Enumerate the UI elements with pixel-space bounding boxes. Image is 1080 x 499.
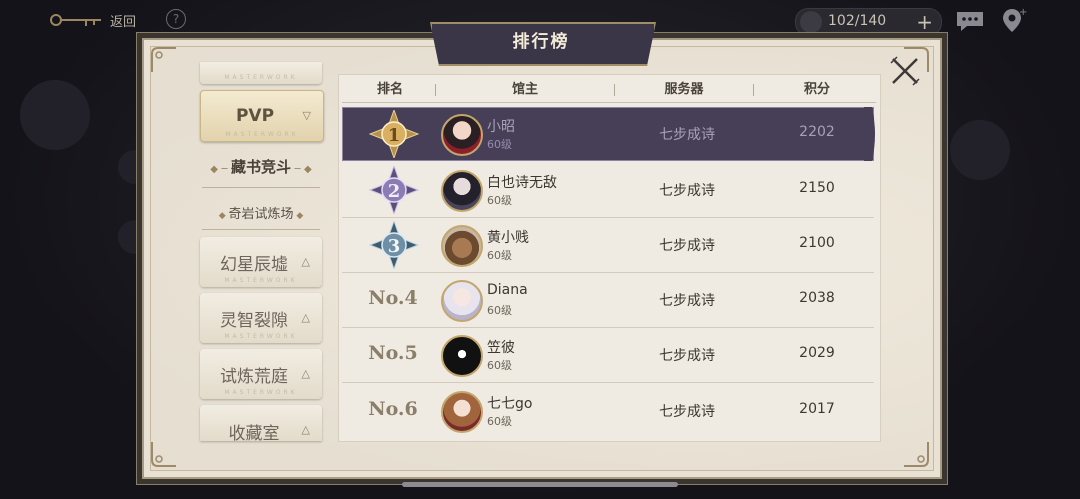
server-name: 七步成诗 xyxy=(659,348,715,364)
add-stamina-button[interactable]: + xyxy=(916,10,933,34)
sub-tab-trial-ground[interactable]: ◆ 奇岩试炼场 ◆ xyxy=(200,203,322,222)
table-row[interactable]: No.4 Diana 60级 七步成诗 2038 xyxy=(342,273,874,327)
avatar[interactable] xyxy=(441,170,483,212)
tab-card[interactable]: 试炼荒庭 △ MASTERWORK xyxy=(200,349,322,399)
table-row[interactable]: No.6 七七go 60级 七步成诗 2017 xyxy=(342,384,874,438)
tab-card[interactable]: 收藏室 △ xyxy=(200,405,322,444)
avatar[interactable] xyxy=(441,335,483,377)
score-value: 2150 xyxy=(799,180,835,196)
tab-card[interactable]: 幻星辰墟 △ MASTERWORK xyxy=(200,237,322,287)
sub-tab-book-duel[interactable]: ◆ ─ 藏书竞斗 ─ ◆ xyxy=(200,156,322,177)
sub-tab-label: 藏书竞斗 xyxy=(230,158,291,176)
server-name: 七步成诗 xyxy=(659,238,715,254)
help-icon[interactable]: ? xyxy=(166,9,186,29)
chevron-down-icon: ▽ xyxy=(302,109,311,122)
tab-card-label: 收藏室 xyxy=(228,423,280,444)
corner-ornament-icon xyxy=(151,442,176,467)
svg-text:+: + xyxy=(1019,7,1027,18)
stamina-value: 102/140 xyxy=(828,13,887,29)
table-row[interactable]: 1 小昭 60级 七步成诗 2202 xyxy=(342,107,874,161)
stamina-counter: 102/140 + xyxy=(795,8,942,36)
scroll-card-partial: MASTERWORK xyxy=(200,62,322,84)
header-owner: 馆主 xyxy=(511,82,538,97)
row-divider xyxy=(342,382,874,383)
bronze-rank-badge-icon: 3 xyxy=(368,221,420,269)
score-value: 2029 xyxy=(799,345,835,361)
corner-ornament-icon xyxy=(151,47,176,72)
player-level: 60级 xyxy=(487,249,512,262)
back-label: 返回 xyxy=(110,14,137,30)
masterwork-text: MASTERWORK xyxy=(225,131,299,138)
divider xyxy=(202,229,320,230)
rank-number: 1 xyxy=(388,125,401,146)
server-name: 七步成诗 xyxy=(659,293,715,309)
diamond-icon: ◆ ─ xyxy=(210,164,231,175)
masterwork-text: MASTERWORK xyxy=(224,333,298,340)
server-name: 七步成诗 xyxy=(659,404,715,420)
ornate-key-icon xyxy=(50,14,101,26)
header-rank: 排名 xyxy=(376,82,403,97)
masterwork-text: MASTERWORK xyxy=(224,277,298,284)
corner-ornament-icon xyxy=(904,442,929,467)
player-name: 笠彼 xyxy=(487,340,515,356)
rank-label: No.4 xyxy=(368,287,418,309)
player-name: 白也诗无敌 xyxy=(487,175,557,191)
header-underline xyxy=(342,102,876,103)
rank-number: 3 xyxy=(388,236,401,257)
tab-pvp[interactable]: PVP ▽ MASTERWORK xyxy=(200,90,324,142)
page-title: 排行榜 xyxy=(512,32,570,52)
diamond-icon: ◆ xyxy=(293,211,304,221)
player-name: 黄小贱 xyxy=(487,230,529,246)
row-end-arrow-icon xyxy=(864,107,875,161)
chevron-up-icon: △ xyxy=(301,367,310,380)
masterwork-text: MASTERWORK xyxy=(224,389,298,396)
player-name: 小昭 xyxy=(487,119,515,135)
header-server: 服务器 xyxy=(664,82,704,97)
player-level: 60级 xyxy=(487,138,512,151)
sub-tab-label: 奇岩试炼场 xyxy=(228,207,294,222)
rank-number: 2 xyxy=(388,181,401,202)
avatar[interactable] xyxy=(441,114,483,156)
chevron-up-icon: △ xyxy=(301,423,310,436)
table-row[interactable]: 3 黄小贱 60级 七步成诗 2100 xyxy=(342,218,874,272)
diamond-icon: ─ ◆ xyxy=(291,164,312,175)
chevron-up-icon: △ xyxy=(301,311,310,324)
back-button[interactable]: 返回 xyxy=(46,8,136,32)
score-value: 2038 xyxy=(799,290,835,306)
player-name: Diana xyxy=(487,282,528,298)
avatar[interactable] xyxy=(441,225,483,267)
chevron-up-icon: △ xyxy=(301,255,310,268)
map-pin-icon[interactable]: + xyxy=(1000,5,1028,35)
server-name: 七步成诗 xyxy=(659,183,715,199)
stamina-icon xyxy=(800,11,822,33)
silver-rank-badge-icon: 2 xyxy=(368,166,420,214)
rank-label: No.6 xyxy=(368,398,418,420)
close-icon[interactable] xyxy=(888,54,922,88)
tab-card[interactable]: 灵智裂隙 △ MASTERWORK xyxy=(200,293,322,343)
avatar[interactable] xyxy=(441,280,483,322)
player-level: 60级 xyxy=(487,194,512,207)
score-value: 2202 xyxy=(799,124,835,140)
home-indicator[interactable] xyxy=(402,482,678,487)
divider xyxy=(202,187,320,188)
masterwork-text: MASTERWORK xyxy=(224,74,298,81)
table-row[interactable]: 2 白也诗无敌 60级 七步成诗 2150 xyxy=(342,163,874,217)
player-level: 60级 xyxy=(487,359,512,372)
score-value: 2017 xyxy=(799,401,835,417)
gold-rank-badge-icon: 1 xyxy=(368,110,420,158)
player-level: 60级 xyxy=(487,304,512,317)
avatar[interactable] xyxy=(441,391,483,433)
player-level: 60级 xyxy=(487,415,512,428)
player-name: 七七go xyxy=(487,396,533,412)
chat-icon[interactable] xyxy=(955,10,985,32)
table-row[interactable]: No.5 笠彼 60级 七步成诗 2029 xyxy=(342,328,874,382)
diamond-icon: ◆ xyxy=(218,211,229,221)
score-value: 2100 xyxy=(799,235,835,251)
rank-label: No.5 xyxy=(368,342,418,364)
header-score: 积分 xyxy=(803,82,830,97)
server-name: 七步成诗 xyxy=(659,127,715,143)
